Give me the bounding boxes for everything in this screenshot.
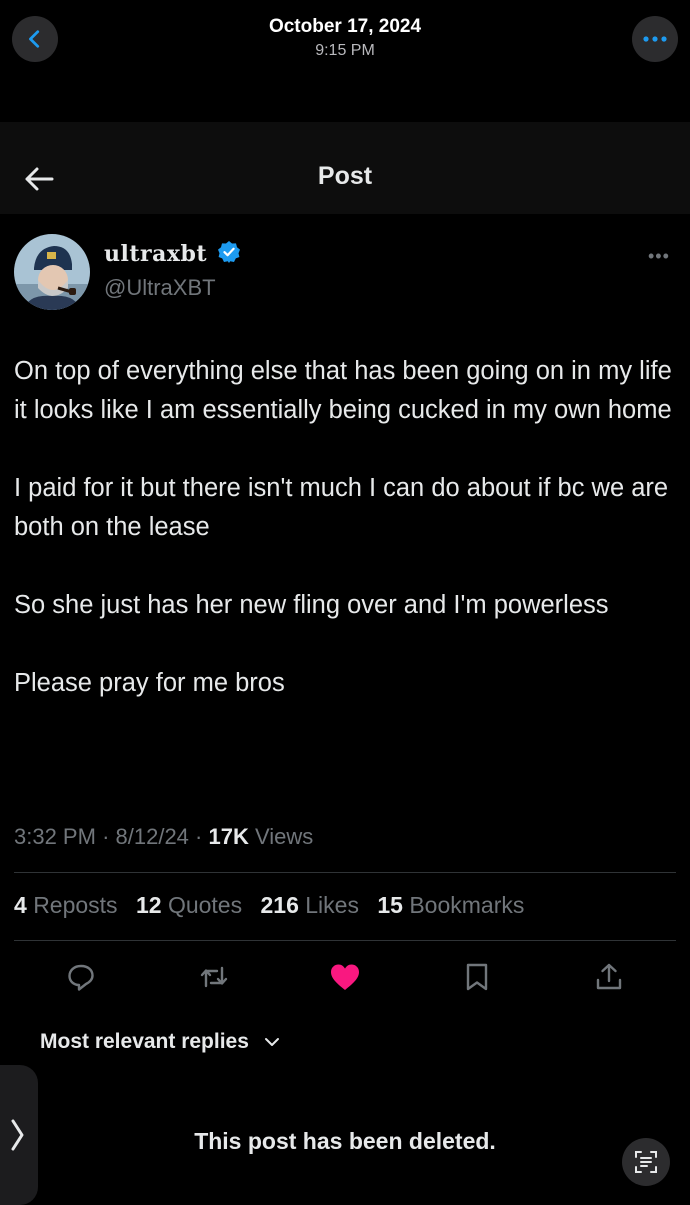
more-options-button-top[interactable] [632,16,678,62]
post-time: 3:32 PM [14,824,96,849]
quotes-count: 12 [135,892,162,918]
reposts-stat[interactable]: 4 Reposts [14,892,118,918]
screenshot-date: October 17, 2024 [268,16,422,37]
author-handle[interactable]: @UltraXBT [104,275,216,301]
reply-button[interactable] [59,955,103,999]
quotes-stat[interactable]: 12 Quotes [136,892,242,918]
likes-stat[interactable]: 216 Likes [260,892,358,918]
post-paragraph: So she just has her new fling over and I… [14,591,609,619]
likes-label: Likes [305,892,359,918]
avatar[interactable] [14,234,90,310]
post-paragraph: Please pray for me bros [14,669,285,697]
post-stats: 4 Reposts 12 Quotes 216 Likes 15 Bookmar… [14,892,536,919]
post-meta: 3:32 PM · 8/12/24 · 17K Views [14,824,313,850]
likes-count: 216 [260,892,299,918]
action-bar [14,955,676,999]
post-paragraph: On top of everything else that has been … [14,357,672,424]
repost-button[interactable] [192,955,236,999]
bookmarks-label: Bookmarks [409,892,525,918]
views-count: 17K [208,824,249,849]
post-date: 8/12/24 [115,824,189,849]
ellipsis-icon [643,36,667,42]
post-body: On top of everything else that has been … [14,352,682,742]
bookmark-button[interactable] [455,955,499,999]
reader-button[interactable] [622,1138,670,1186]
post-paragraph: I paid for it but there isn't much I can… [14,474,669,541]
reply-icon [68,964,94,991]
replies-sort-label: Most relevant replies [40,1030,249,1053]
share-icon [596,963,622,990]
bookmarks-count: 15 [377,892,403,918]
divider [14,872,676,873]
text-scan-icon [635,1151,657,1173]
meta-separator: · [102,824,110,849]
quotes-label: Quotes [167,892,243,918]
bookmarks-stat[interactable]: 15 Bookmarks [377,892,524,918]
divider [14,940,676,941]
display-name-text[interactable]: ultraxbt [104,241,207,267]
repost-icon [200,966,228,988]
replies-sort-dropdown[interactable]: Most relevant replies [40,1030,281,1054]
post-more-icon[interactable]: ••• [648,246,670,267]
share-button[interactable] [587,955,631,999]
reposts-count: 4 [14,892,27,918]
screenshot-time: 9:15 PM [315,42,375,59]
like-button[interactable] [323,955,367,999]
chevron-down-icon [264,1038,279,1046]
author-display-name[interactable]: ultraxbt [104,240,241,267]
bookmark-icon [466,963,488,991]
like-icon [331,964,359,990]
views-label: Views [254,824,314,849]
page-title: Post [317,162,373,190]
deleted-notice: This post has been deleted. [194,1128,496,1154]
meta-separator: · [195,824,203,849]
reposts-label: Reposts [33,892,118,918]
verified-badge-icon [218,241,241,263]
